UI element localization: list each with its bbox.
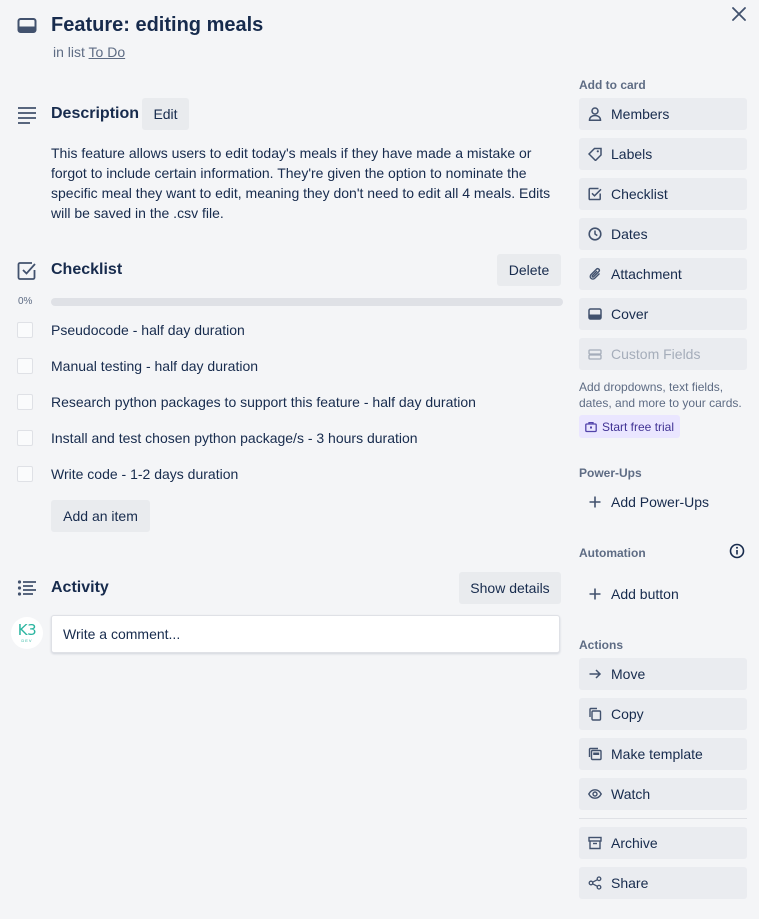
description-icon	[17, 105, 37, 125]
checklist-icon	[17, 261, 37, 281]
checklist-item-checkbox[interactable]	[17, 358, 33, 374]
tag-icon	[588, 147, 602, 161]
briefcase-icon	[585, 421, 597, 433]
checklist-delete-button[interactable]: Delete	[497, 254, 561, 286]
plus-icon	[588, 587, 602, 601]
attachment-button[interactable]: Attachment	[579, 258, 747, 290]
automation-heading: Automation	[579, 546, 646, 560]
in-list-prefix: in list	[53, 44, 85, 60]
info-icon	[728, 542, 746, 560]
checklist-item-label[interactable]: Manual testing - half day duration	[51, 358, 258, 374]
share-button[interactable]: Share	[579, 867, 747, 899]
checklist-item[interactable]: Write code - 1-2 days duration	[17, 461, 557, 487]
clock-icon	[588, 227, 602, 241]
checklist-button-label: Checklist	[611, 186, 668, 202]
checklist-item-checkbox[interactable]	[17, 394, 33, 410]
actions-heading: Actions	[579, 638, 624, 652]
arrow-right-icon	[588, 667, 602, 681]
move-label: Move	[611, 666, 646, 682]
add-power-ups-button[interactable]: Add Power-Ups	[579, 486, 747, 518]
description-edit-button[interactable]: Edit	[142, 98, 189, 130]
avatar-subtext: DEV	[21, 638, 33, 643]
attachment-label: Attachment	[611, 266, 682, 282]
labels-label: Labels	[611, 146, 653, 162]
checkbox-icon	[588, 187, 602, 201]
copy-icon	[588, 707, 602, 721]
paperclip-icon	[588, 267, 602, 281]
description-heading: Description	[51, 105, 140, 122]
custom-fields-icon	[588, 347, 602, 361]
cover-label: Cover	[611, 306, 649, 322]
archive-icon	[588, 836, 602, 850]
custom-fields-label: Custom Fields	[611, 346, 701, 362]
plus-icon	[588, 495, 602, 509]
checklist-item-checkbox[interactable]	[17, 322, 33, 338]
in-list-text: in list To Do	[53, 44, 125, 60]
add-checklist-item-button[interactable]: Add an item	[51, 500, 150, 532]
checklist-item-label[interactable]: Pseudocode - half day duration	[51, 322, 245, 338]
checklist-item[interactable]: Install and test chosen python package/s…	[17, 425, 557, 451]
checklist-item[interactable]: Manual testing - half day duration	[17, 353, 557, 379]
copy-label: Copy	[611, 706, 644, 722]
cover-button[interactable]: Cover	[579, 298, 747, 330]
checklist-item[interactable]: Pseudocode - half day duration	[17, 317, 557, 343]
checklist-item-label[interactable]: Write code - 1-2 days duration	[51, 466, 238, 482]
actions-divider	[579, 818, 747, 819]
checklist-progress-bar	[51, 298, 563, 306]
checklist-item-checkbox[interactable]	[17, 466, 33, 482]
members-button[interactable]: Members	[579, 98, 747, 130]
person-icon	[588, 107, 602, 121]
avatar-initials: K3	[17, 621, 37, 639]
add-power-ups-label: Add Power-Ups	[611, 494, 710, 510]
comment-input[interactable]: Write a comment...	[51, 615, 560, 653]
checklist-item-label[interactable]: Install and test chosen python package/s…	[51, 430, 418, 446]
template-icon	[588, 747, 602, 761]
list-link[interactable]: To Do	[89, 44, 126, 60]
watch-label: Watch	[611, 786, 651, 802]
move-button[interactable]: Move	[579, 658, 747, 690]
start-free-trial-button[interactable]: Start free trial	[579, 415, 681, 438]
custom-fields-button[interactable]: Custom Fields	[579, 338, 747, 370]
description-text[interactable]: This feature allows users to edit today'…	[51, 143, 551, 223]
avatar[interactable]: K3 DEV	[11, 617, 43, 649]
add-to-card-heading: Add to card	[579, 78, 646, 92]
checklist-item-checkbox[interactable]	[17, 430, 33, 446]
start-free-trial-label: Start free trial	[602, 419, 675, 434]
make-template-button[interactable]: Make template	[579, 738, 747, 770]
card-icon	[17, 16, 37, 36]
make-template-label: Make template	[611, 746, 703, 762]
labels-button[interactable]: Labels	[579, 138, 747, 170]
checklist-progress-percent: 0%	[18, 296, 33, 307]
cover-icon	[588, 307, 602, 321]
activity-icon	[17, 579, 37, 599]
add-button-button[interactable]: Add button	[579, 578, 747, 610]
dates-label: Dates	[611, 226, 648, 242]
activity-heading: Activity	[51, 579, 109, 596]
archive-label: Archive	[611, 835, 658, 851]
automation-info-button[interactable]	[728, 542, 746, 560]
add-button-label: Add button	[611, 586, 679, 602]
eye-icon	[588, 787, 602, 801]
archive-button[interactable]: Archive	[579, 827, 747, 859]
close-icon	[732, 7, 746, 21]
checklist-heading: Checklist	[51, 261, 123, 278]
power-ups-heading: Power-Ups	[579, 466, 642, 480]
close-button[interactable]	[727, 2, 751, 26]
copy-button[interactable]: Copy	[579, 698, 747, 730]
checklist-button[interactable]: Checklist	[579, 178, 747, 210]
checklist-item-label[interactable]: Research python packages to support this…	[51, 394, 476, 410]
share-label: Share	[611, 875, 649, 891]
checklist-item[interactable]: Research python packages to support this…	[17, 389, 557, 415]
custom-fields-note: Add dropdowns, text fields, dates, and m…	[579, 380, 742, 410]
card-title: Feature: editing meals	[51, 14, 264, 36]
watch-button[interactable]: Watch	[579, 778, 747, 810]
show-details-button[interactable]: Show details	[459, 572, 561, 604]
share-icon	[588, 876, 602, 890]
dates-button[interactable]: Dates	[579, 218, 747, 250]
members-label: Members	[611, 106, 670, 122]
